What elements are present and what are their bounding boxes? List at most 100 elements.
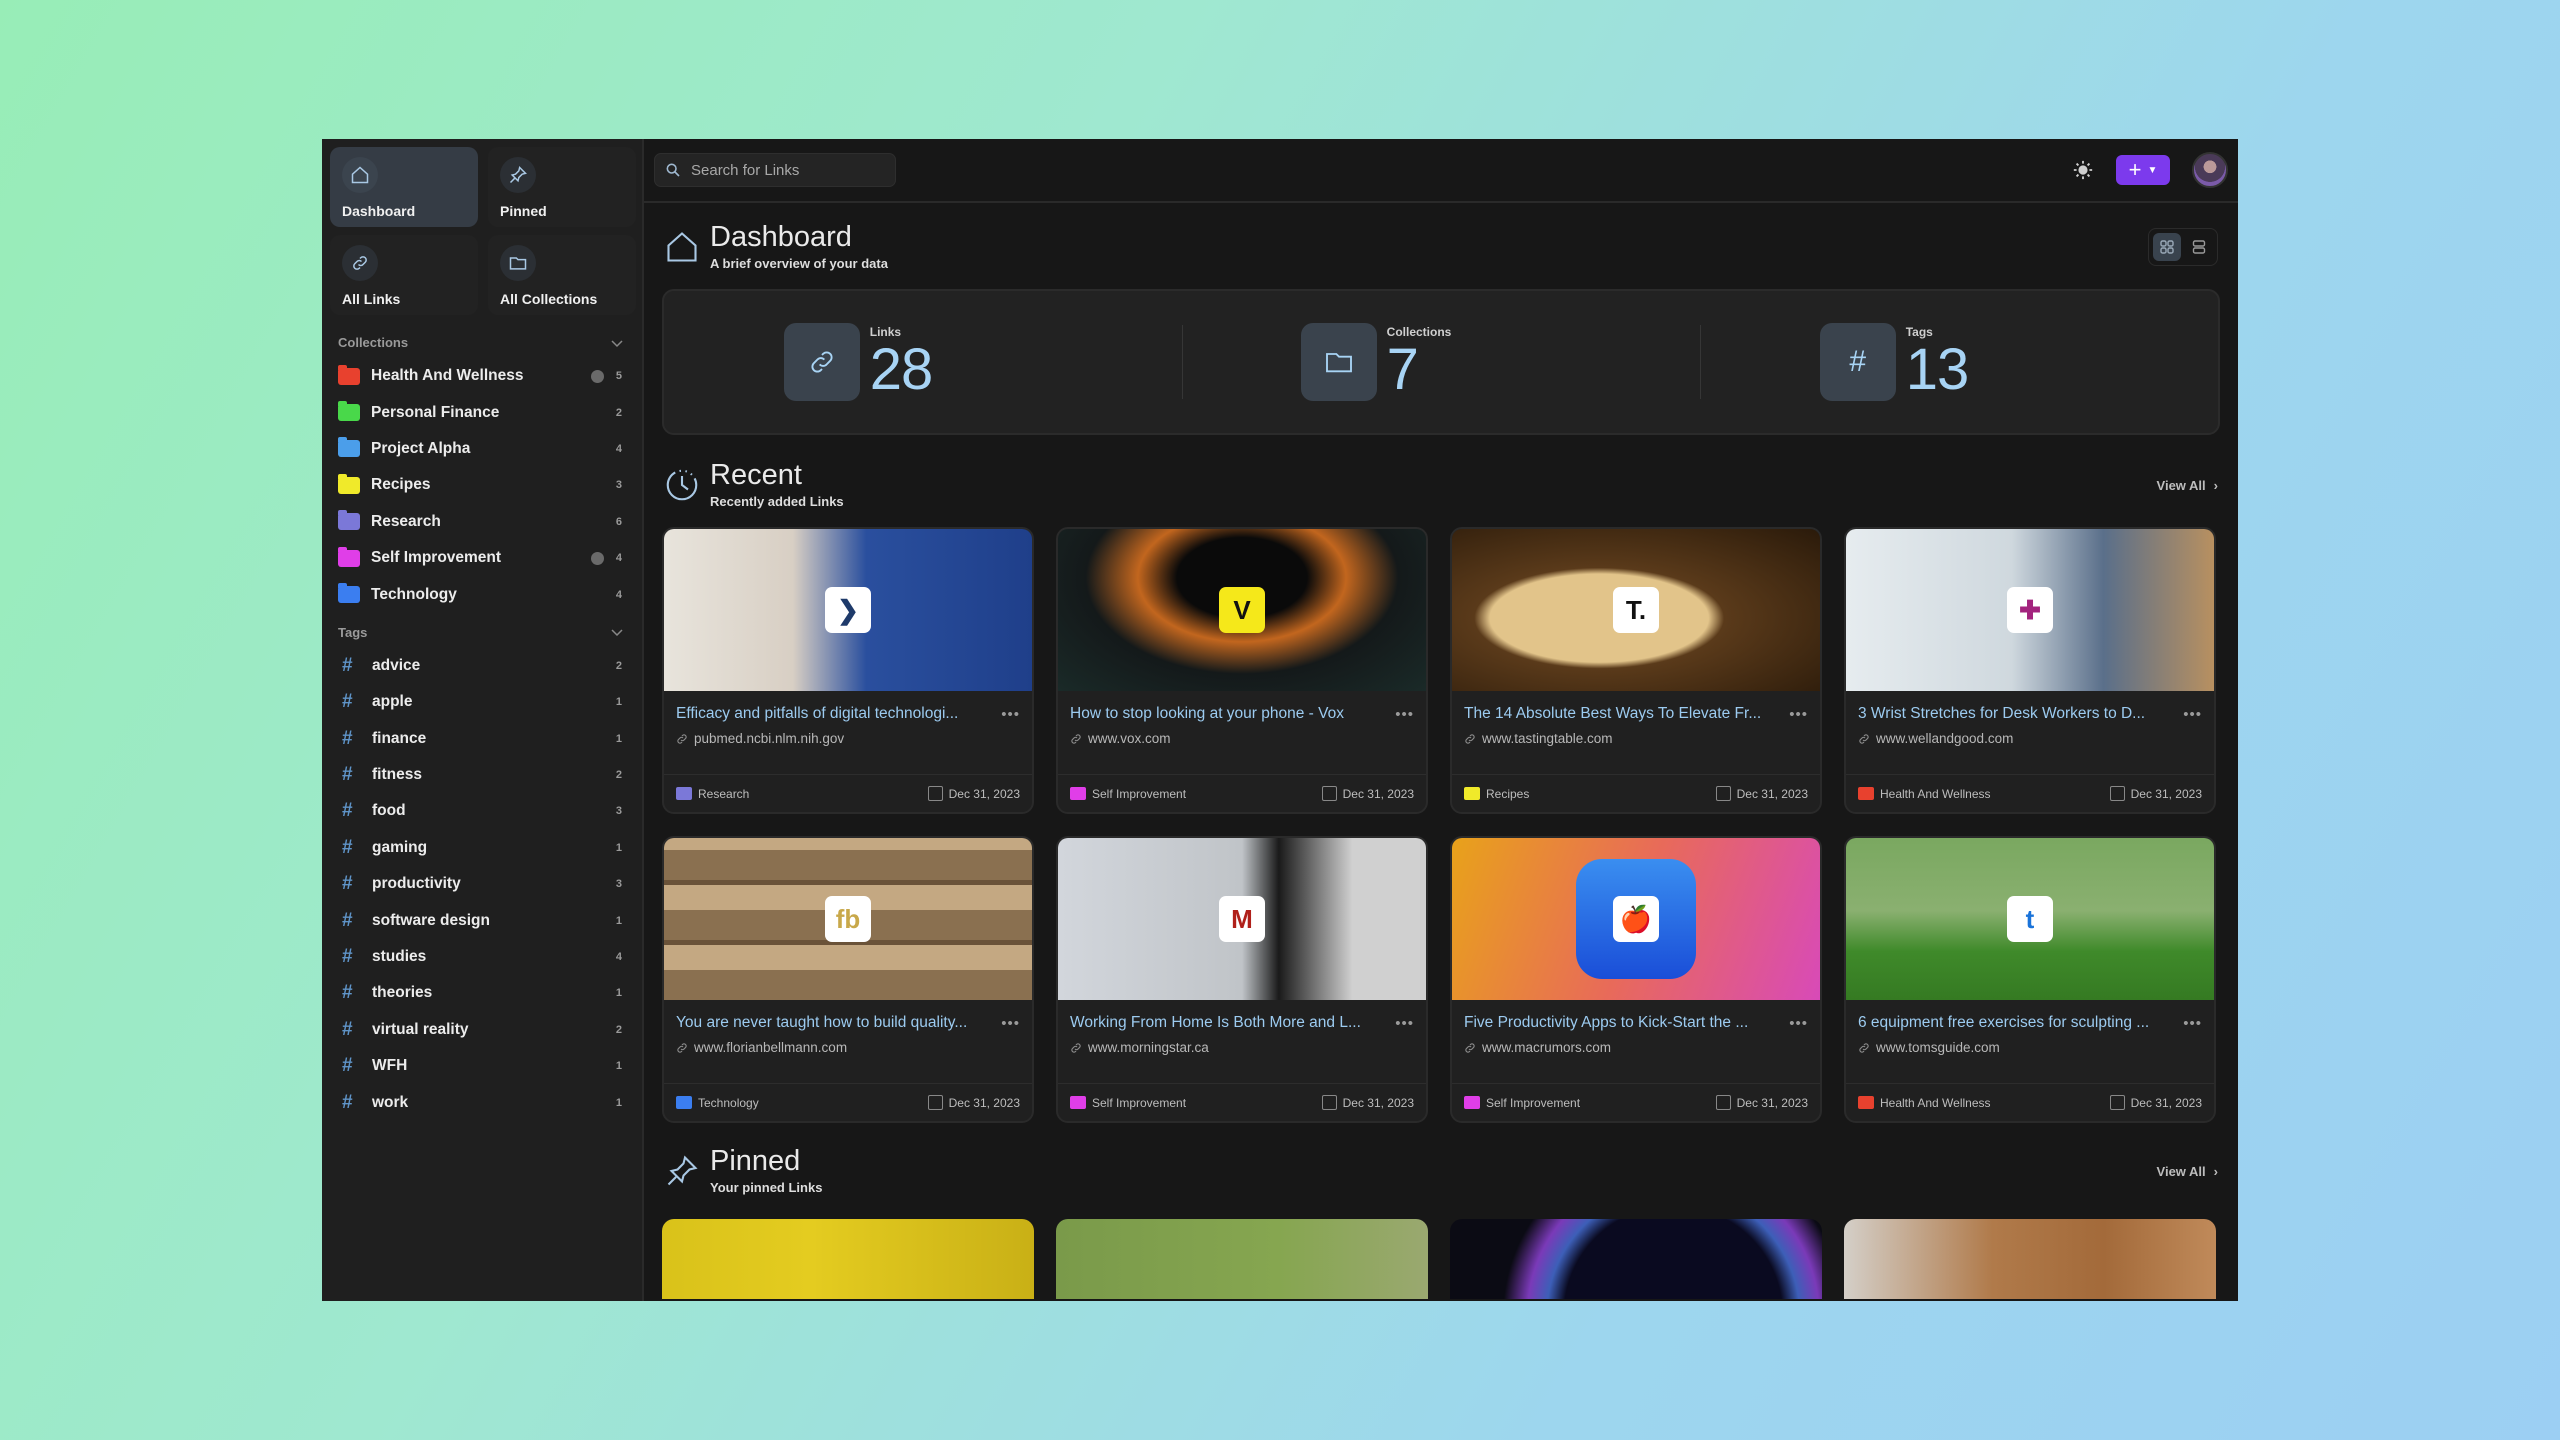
tags-header[interactable]: Tags (338, 625, 624, 640)
pin-icon (667, 1155, 698, 1186)
more-options-icon[interactable]: ••• (2183, 706, 2202, 723)
link-collection[interactable]: Recipes (1486, 787, 1529, 801)
chevron-right-icon: › (2213, 1163, 2218, 1179)
link-url[interactable]: www.macrumors.com (1482, 1040, 1611, 1055)
dashboard-header: Dashboard A brief overview of your data (644, 223, 2238, 271)
sidebar-collection-item[interactable]: Personal Finance 2 (330, 394, 630, 430)
link-url[interactable]: www.morningstar.ca (1088, 1040, 1209, 1055)
link-url[interactable]: www.wellandgood.com (1876, 731, 2013, 746)
list-icon (2192, 240, 2206, 254)
link-card[interactable]: t 6 equipment free exercises for sculptin… (1844, 836, 2216, 1123)
nav-all-collections[interactable]: All Collections (488, 235, 636, 315)
link-collection[interactable]: Health And Wellness (1880, 1096, 1991, 1110)
link-title[interactable]: 3 Wrist Stretches for Desk Workers to D.… (1858, 705, 2175, 723)
link-url[interactable]: www.tastingtable.com (1482, 731, 1613, 746)
calendar-icon (1321, 1095, 1337, 1110)
link-url[interactable]: www.florianbellmann.com (694, 1040, 847, 1055)
link-title[interactable]: 6 equipment free exercises for sculpting… (1858, 1014, 2175, 1032)
link-card[interactable]: T. The 14 Absolute Best Ways To Elevate F… (1450, 527, 1822, 814)
sidebar-tag-item[interactable]: # productivity 3 (330, 866, 630, 902)
sidebar-tag-item[interactable]: # studies 4 (330, 939, 630, 975)
chevron-down-icon (611, 339, 623, 347)
tag-name: food (372, 802, 406, 820)
more-options-icon[interactable]: ••• (1789, 706, 1808, 723)
link-title[interactable]: Five Productivity Apps to Kick-Start the… (1464, 1014, 1781, 1032)
nav-pinned[interactable]: Pinned (488, 147, 636, 227)
sidebar-tag-item[interactable]: # WFH 1 (330, 1048, 630, 1084)
sidebar-tag-item[interactable]: # food 3 (330, 793, 630, 829)
tag-count: 2 (615, 769, 622, 782)
link-collection[interactable]: Self Improvement (1092, 1096, 1186, 1110)
grid-view-button[interactable] (2153, 233, 2181, 261)
add-new-button[interactable]: + ▼ (2116, 155, 2170, 185)
sidebar-tag-item[interactable]: # virtual reality 2 (330, 1012, 630, 1048)
sidebar-tag-item[interactable]: # gaming 1 (330, 830, 630, 866)
view-toggle (2148, 228, 2218, 266)
sidebar-tag-item[interactable]: # apple 1 (330, 684, 630, 720)
search-input[interactable] (691, 161, 881, 179)
calendar-icon (2109, 1095, 2125, 1110)
more-options-icon[interactable]: ••• (1001, 706, 1020, 723)
link-date: Dec 31, 2023 (1736, 786, 1808, 801)
more-options-icon[interactable]: ••• (1395, 706, 1414, 723)
folder-icon (676, 1096, 692, 1109)
link-collection[interactable]: Health And Wellness (1880, 787, 1991, 801)
more-options-icon[interactable]: ••• (1395, 1015, 1414, 1032)
pinned-view-all-link[interactable]: View All › (2157, 1164, 2218, 1179)
link-card[interactable]: ❯ Efficacy and pitfalls of digital techno… (662, 527, 1034, 814)
link-url[interactable]: pubmed.ncbi.nlm.nih.gov (694, 731, 844, 746)
sidebar-collection-item[interactable]: Recipes 3 (330, 467, 630, 503)
collection-name: Recipes (371, 476, 431, 494)
link-title[interactable]: How to stop looking at your phone - Vox (1070, 705, 1387, 723)
sidebar-tag-item[interactable]: # work 1 (330, 1084, 630, 1120)
link-card[interactable]: 🍎 Five Productivity Apps to Kick-Start th… (1450, 836, 1822, 1123)
tag-count: 2 (615, 1023, 622, 1036)
list-view-button[interactable] (2185, 233, 2213, 261)
nav-dashboard[interactable]: Dashboard (330, 147, 478, 227)
link-url[interactable]: www.vox.com (1088, 731, 1171, 746)
search-box[interactable] (654, 153, 896, 187)
link-url[interactable]: www.tomsguide.com (1876, 1040, 2000, 1055)
link-thumbnail: fb (664, 838, 1032, 1000)
recent-view-all-link[interactable]: View All › (2157, 478, 2218, 493)
sun-icon[interactable] (2072, 159, 2094, 181)
sidebar-tag-item[interactable]: # finance 1 (330, 721, 630, 757)
link-title[interactable]: The 14 Absolute Best Ways To Elevate Fr.… (1464, 705, 1781, 723)
pinned-link-card[interactable] (662, 1219, 1034, 1299)
link-collection[interactable]: Research (698, 787, 749, 801)
sidebar-tag-item[interactable]: # advice 2 (330, 648, 630, 684)
link-collection[interactable]: Self Improvement (1092, 787, 1186, 801)
stat-value: 13 (1905, 337, 1970, 402)
link-title[interactable]: Efficacy and pitfalls of digital technol… (676, 705, 993, 723)
sidebar-collection-item[interactable]: Project Alpha 4 (330, 431, 630, 467)
sidebar-collection-item[interactable]: Research 6 (330, 504, 630, 540)
pinned-link-card[interactable] (1844, 1219, 2216, 1299)
link-card[interactable]: V How to stop looking at your phone - Vox… (1056, 527, 1428, 814)
pinned-link-card[interactable] (1450, 1219, 1822, 1299)
collection-count: 2 (615, 406, 622, 419)
sidebar-tag-item[interactable]: # software design 1 (330, 902, 630, 938)
more-options-icon[interactable]: ••• (2183, 1015, 2202, 1032)
link-collection[interactable]: Self Improvement (1486, 1096, 1580, 1110)
link-title[interactable]: Working From Home Is Both More and L... (1070, 1014, 1387, 1032)
collections-header[interactable]: Collections (338, 335, 624, 350)
link-card[interactable]: ✚ 3 Wrist Stretches for Desk Workers to D… (1844, 527, 2216, 814)
link-title[interactable]: You are never taught how to build qualit… (676, 1014, 993, 1032)
sidebar-tag-item[interactable]: # theories 1 (330, 975, 630, 1011)
link-collection[interactable]: Technology (698, 1096, 759, 1110)
more-options-icon[interactable]: ••• (1789, 1015, 1808, 1032)
sidebar-collection-item[interactable]: Technology 4 (330, 576, 630, 612)
pinned-link-card[interactable] (1056, 1219, 1428, 1299)
link-thumbnail: V (1058, 529, 1426, 691)
stat-links: Links 28 (664, 291, 1182, 433)
sidebar-collection-item[interactable]: Self Improvement 4 (330, 540, 630, 576)
nav-all-links[interactable]: All Links (330, 235, 478, 315)
sidebar-tag-item[interactable]: # fitness 2 (330, 757, 630, 793)
stats-panel: Links 28 Collections 7 # Tags 13 (662, 289, 2220, 435)
nav-label: All Collections (500, 291, 598, 307)
link-card[interactable]: M Working From Home Is Both More and L...… (1056, 836, 1428, 1123)
user-avatar[interactable] (2192, 152, 2228, 188)
sidebar-collection-item[interactable]: Health And Wellness 5 (330, 358, 630, 394)
more-options-icon[interactable]: ••• (1001, 1015, 1020, 1032)
link-card[interactable]: fb You are never taught how to build qual… (662, 836, 1034, 1123)
